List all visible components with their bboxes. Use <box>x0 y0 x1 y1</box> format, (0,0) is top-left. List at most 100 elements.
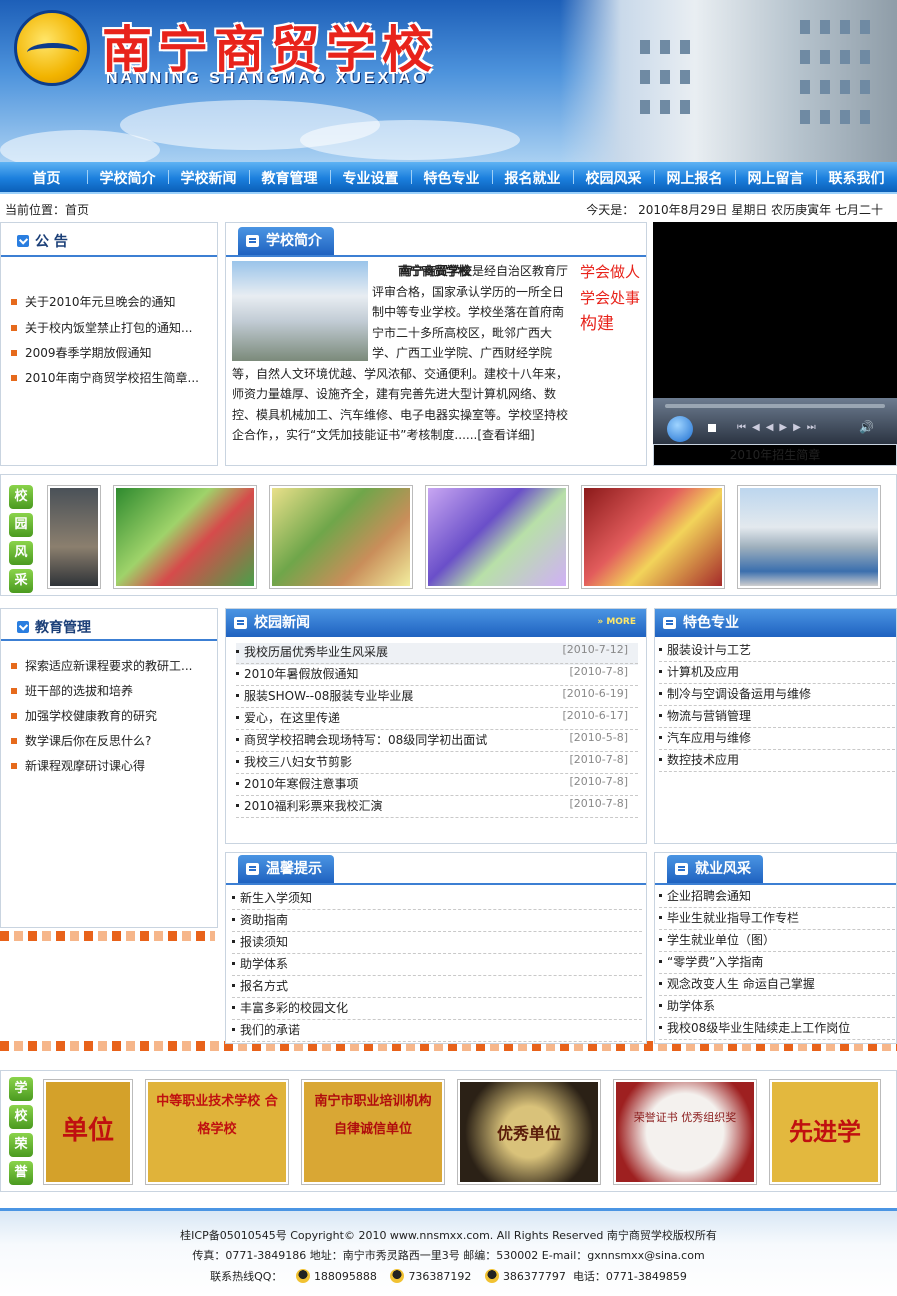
campus-photo[interactable] <box>47 485 101 589</box>
qq-icon[interactable] <box>484 1269 499 1283</box>
news-more-link[interactable]: » MORE <box>597 617 636 627</box>
school-building-image <box>560 0 897 162</box>
stop-icon[interactable] <box>708 424 716 432</box>
bullet-icon <box>11 299 17 305</box>
nav-item-news[interactable]: 学校新闻 <box>168 168 249 188</box>
play-button[interactable] <box>667 416 693 442</box>
qq-number[interactable]: 736387192 <box>408 1270 471 1283</box>
news-item[interactable]: 我校历届优秀毕业生风采展 [2010-7-12] <box>236 643 638 665</box>
main-nav: 首页 学校简介 学校新闻 教育管理 专业设置 特色专业 报名就业 校园风采 网上… <box>0 162 897 194</box>
education-item[interactable]: 数学课后你在反思什么? <box>11 732 151 749</box>
nav-item-about[interactable]: 学校简介 <box>87 168 168 188</box>
education-item[interactable]: 新课程观摩研讨课心得 <box>11 757 145 774</box>
footer: 桂ICP备05010545号 Copyright© 2010 www.nnsmx… <box>0 1208 897 1296</box>
campus-badge: 校 <box>9 485 33 509</box>
special-major-item[interactable]: 物流与营销管理 <box>659 707 895 729</box>
nav-item-online-register[interactable]: 网上报名 <box>654 168 735 188</box>
tips-item[interactable]: 报读须知 <box>232 933 642 955</box>
volume-icon[interactable]: 🔊 <box>859 420 874 434</box>
education-item[interactable]: 探索适应新课程要求的教研工... <box>11 657 192 674</box>
news-item[interactable]: 我校三八妇女节剪影 [2010-7-8] <box>236 753 638 775</box>
honor-plaque[interactable]: 中等职业技术学校 合格学校 <box>145 1079 289 1185</box>
bullet-icon <box>11 713 17 719</box>
news-item[interactable]: 2010年寒假注意事项 [2010-7-8] <box>236 775 638 797</box>
check-icon <box>17 621 29 633</box>
qq-icon[interactable] <box>390 1269 405 1283</box>
notice-title: 公 告 <box>17 231 68 251</box>
special-major-item[interactable]: 数控技术应用 <box>659 751 895 773</box>
news-title: 校园新闻 <box>226 609 322 637</box>
qq-number[interactable]: 188095888 <box>314 1270 377 1283</box>
cloud-decoration <box>0 130 160 162</box>
campus-strip: 校 园 风 采 <box>0 474 897 596</box>
notice-item[interactable]: 关于校内饭堂禁止打包的通知... <box>11 319 192 336</box>
tips-item[interactable]: 资助指南 <box>232 911 642 933</box>
campus-photo[interactable] <box>581 485 725 589</box>
qq-number[interactable]: 386377797 <box>503 1270 566 1283</box>
jobs-item[interactable]: 我校08级毕业生陆续走上工作岗位 <box>659 1019 895 1041</box>
jobs-item[interactable]: 学生就业单位（图） <box>659 931 895 953</box>
news-item[interactable]: 2010年暑假放假通知 [2010-7-8] <box>236 665 638 687</box>
bullet-icon <box>11 663 17 669</box>
tips-item[interactable]: 我们的承诺 <box>232 1021 642 1043</box>
footer-phone: 电话：0771-3849859 <box>572 1270 687 1283</box>
jobs-item[interactable]: 毕业生就业指导工作专栏 <box>659 909 895 931</box>
qq-icon[interactable] <box>295 1269 310 1283</box>
jobs-item[interactable]: “零学费”入学指南 <box>659 953 895 975</box>
tips-item[interactable]: 新生入学须知 <box>232 889 642 911</box>
nav-item-majors[interactable]: 专业设置 <box>330 168 411 188</box>
notice-panel: 公 告 关于2010年元旦晚会的通知 关于校内饭堂禁止打包的通知... 2009… <box>0 222 218 466</box>
footer-contact: 传真：0771-3849186 地址：南宁市秀灵路西一里3号 邮编：530002… <box>192 1249 705 1262</box>
tips-item[interactable]: 丰富多彩的校园文化 <box>232 999 642 1021</box>
honor-plaque[interactable]: 优秀单位 <box>457 1079 601 1185</box>
jobs-tab: 就业风采 <box>667 855 763 883</box>
view-detail-link[interactable]: [查看详细] <box>477 428 534 442</box>
video-progress-bar[interactable] <box>665 404 885 408</box>
date-display: 今天是： 2010年8月29日 星期日 农历庚寅年 七月二十 <box>586 203 883 217</box>
news-item[interactable]: 2010福利彩票来我校汇演 [2010-7-8] <box>236 797 638 819</box>
decorative-stripe <box>0 931 215 941</box>
qq-label: 联系热线QQ： <box>210 1270 283 1283</box>
honor-badge: 荣 <box>9 1133 33 1157</box>
news-item[interactable]: 爱心，在这里传递 [2010-6-17] <box>236 709 638 731</box>
education-item[interactable]: 班干部的选拔和培养 <box>11 682 133 699</box>
honor-plaque[interactable]: 先进学 <box>769 1079 881 1185</box>
nav-item-education[interactable]: 教育管理 <box>249 168 330 188</box>
honor-plaque[interactable]: 南宁市职业培训机构 自律诚信单位 <box>301 1079 445 1185</box>
nav-item-contact[interactable]: 联系我们 <box>816 168 897 188</box>
honor-plaque[interactable]: 单位 <box>43 1079 133 1185</box>
campus-photo[interactable] <box>425 485 569 589</box>
news-item[interactable]: 商贸学校招聘会现场特写：08级同学初出面试 [2010-5-8] <box>236 731 638 753</box>
nav-item-home[interactable]: 首页 <box>6 168 87 188</box>
nav-item-guestbook[interactable]: 网上留言 <box>735 168 816 188</box>
news-item[interactable]: 服装SHOW--08服装专业毕业展 [2010-6-19] <box>236 687 638 709</box>
seek-icons[interactable]: ⏮◀◀▶▶⏭ <box>737 422 822 433</box>
nav-item-enroll-jobs[interactable]: 报名就业 <box>492 168 573 188</box>
campus-photo[interactable] <box>269 485 413 589</box>
campus-photo[interactable] <box>737 485 881 589</box>
bullet-icon <box>11 688 17 694</box>
jobs-item[interactable]: 企业招聘会通知 <box>659 887 895 909</box>
campus-photo[interactable] <box>113 485 257 589</box>
campus-badge: 园 <box>9 513 33 537</box>
jobs-item[interactable]: 观念改变人生 命运自己掌握 <box>659 975 895 997</box>
campus-badge: 风 <box>9 541 33 565</box>
tips-panel: 温馨提示 新生入学须知 资助指南 报读须知 助学体系 报名方式 丰富多彩的校园文… <box>225 852 647 1044</box>
tips-item[interactable]: 助学体系 <box>232 955 642 977</box>
jobs-item[interactable]: 助学体系 <box>659 997 895 1019</box>
notice-item[interactable]: 关于2010年元旦晚会的通知 <box>11 293 176 310</box>
education-item[interactable]: 加强学校健康教育的研究 <box>11 707 157 724</box>
honor-plaque[interactable]: 荣誉证书 优秀组织奖 <box>613 1079 757 1185</box>
special-major-item[interactable]: 制冷与空调设备运用与维修 <box>659 685 895 707</box>
notice-item[interactable]: 2009春季学期放假通知 <box>11 344 152 361</box>
notice-item[interactable]: 2010年南宁商贸学校招生简章... <box>11 369 199 386</box>
intro-tab: 学校简介 <box>238 227 334 255</box>
nav-item-special-majors[interactable]: 特色专业 <box>411 168 492 188</box>
special-major-item[interactable]: 计算机及应用 <box>659 663 895 685</box>
special-major-item[interactable]: 汽车应用与维修 <box>659 729 895 751</box>
honor-strip: 学 校 荣 誉 单位 中等职业技术学校 合格学校 南宁市职业培训机构 自律诚信单… <box>0 1070 897 1192</box>
special-majors-title: 特色专业 <box>655 609 751 637</box>
nav-item-campus[interactable]: 校园风采 <box>573 168 654 188</box>
special-major-item[interactable]: 服装设计与工艺 <box>659 641 895 663</box>
tips-item[interactable]: 报名方式 <box>232 977 642 999</box>
